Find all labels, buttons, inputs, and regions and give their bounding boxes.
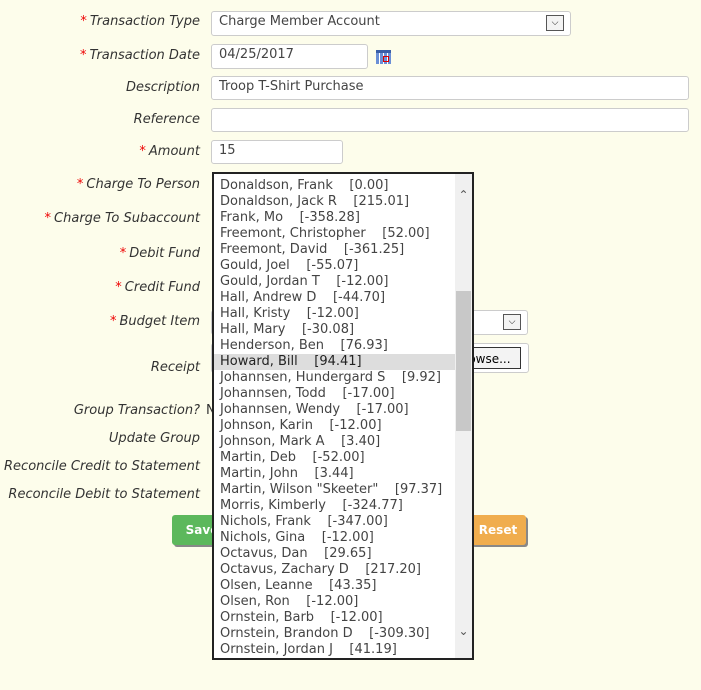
dropdown-option[interactable]: Henderson, Ben [76.93] bbox=[214, 338, 456, 354]
charge-to-person-dropdown-list[interactable]: Donaldson, Frank [0.00] Donaldson, Jack R… bbox=[212, 172, 474, 660]
dropdown-option[interactable]: Freemont, David [-361.25] bbox=[214, 242, 456, 258]
dropdown-option[interactable]: Johnson, Karin [-12.00] bbox=[214, 418, 456, 434]
dropdown-option[interactable]: Nichols, Gina [-12.00] bbox=[214, 530, 456, 546]
reference-input[interactable] bbox=[211, 108, 689, 132]
label-update-group: Update Group bbox=[108, 431, 200, 446]
scrollbar-thumb[interactable] bbox=[456, 291, 471, 431]
scrollbar[interactable]: ⌃ ⌄ bbox=[455, 174, 472, 658]
reset-button[interactable]: Reset bbox=[470, 515, 526, 545]
label-reconcile-credit: Reconcile Credit to Statement bbox=[4, 459, 200, 474]
label-reference: Reference bbox=[133, 112, 200, 127]
dropdown-option[interactable]: Martin, John [3.44] bbox=[214, 466, 456, 482]
transaction-type-select[interactable]: Charge Member Account ⌵ bbox=[211, 11, 571, 36]
dropdown-option[interactable]: Johannsen, Hundergard S [9.92] bbox=[214, 370, 456, 386]
dropdown-option[interactable]: Hall, Kristy [-12.00] bbox=[214, 306, 456, 322]
chevron-down-icon: ⌵ bbox=[546, 15, 564, 31]
dropdown-option[interactable]: Gould, Jordan T [-12.00] bbox=[214, 274, 456, 290]
description-input[interactable]: Troop T-Shirt Purchase bbox=[211, 76, 689, 100]
label-transaction-type: * Transaction Type bbox=[80, 14, 200, 29]
dropdown-option[interactable]: Olsen, Leanne [43.35] bbox=[214, 578, 456, 594]
amount-input[interactable]: 15 bbox=[211, 140, 343, 164]
label-budget-item: * Budget Item bbox=[110, 314, 200, 329]
label-group-transaction: Group Transaction? bbox=[73, 403, 200, 418]
label-charge-to-person: * Charge To Person bbox=[76, 177, 200, 192]
label-credit-fund: * Credit Fund bbox=[115, 280, 200, 295]
label-reconcile-debit: Reconcile Debit to Statement bbox=[8, 487, 200, 502]
dropdown-option[interactable]: Hall, Andrew D [-44.70] bbox=[214, 290, 456, 306]
transaction-date-input[interactable]: 04/25/2017 bbox=[211, 44, 368, 69]
label-amount: * Amount bbox=[139, 144, 200, 159]
dropdown-option[interactable]: Octavus, Zachary D [217.20] bbox=[214, 562, 456, 578]
dropdown-option[interactable]: Ornstein, Barb [-12.00] bbox=[214, 610, 456, 626]
dropdown-option[interactable]: Johannsen, Wendy [-17.00] bbox=[214, 402, 456, 418]
dropdown-option[interactable]: Donaldson, Jack R [215.01] bbox=[214, 194, 456, 210]
dropdown-option[interactable]: Johannsen, Todd [-17.00] bbox=[214, 386, 456, 402]
dropdown-option[interactable]: Ornstein, Brandon D [-309.30] bbox=[214, 626, 456, 642]
dropdown-option[interactable]: Ornstein, Jordan J [41.19] bbox=[214, 642, 456, 658]
dropdown-option[interactable]: Howard, Bill [94.41] bbox=[214, 354, 456, 370]
scroll-up-icon[interactable]: ⌃ bbox=[455, 188, 472, 202]
label-debit-fund: * Debit Fund bbox=[119, 246, 200, 261]
dropdown-option[interactable]: Hall, Mary [-30.08] bbox=[214, 322, 456, 338]
dropdown-option[interactable]: Donaldson, Frank [0.00] bbox=[214, 178, 456, 194]
dropdown-option[interactable]: Johnson, Mark A [3.40] bbox=[214, 434, 456, 450]
dropdown-option[interactable]: Martin, Wilson "Skeeter" [97.37] bbox=[214, 482, 456, 498]
dropdown-option[interactable]: Olsen, Ron [-12.00] bbox=[214, 594, 456, 610]
dropdown-option[interactable]: Gould, Joel [-55.07] bbox=[214, 258, 456, 274]
calendar-icon[interactable] bbox=[376, 50, 391, 64]
dropdown-option[interactable]: Frank, Mo [-358.28] bbox=[214, 210, 456, 226]
label-charge-to-subaccount: * Charge To Subaccount bbox=[44, 211, 200, 226]
label-description: Description bbox=[125, 80, 200, 95]
dropdown-option[interactable]: Martin, Deb [-52.00] bbox=[214, 450, 456, 466]
scroll-down-icon[interactable]: ⌄ bbox=[455, 624, 472, 638]
label-transaction-date: * Transaction Date bbox=[80, 48, 200, 63]
dropdown-option[interactable]: Freemont, Christopher [52.00] bbox=[214, 226, 456, 242]
label-receipt: Receipt bbox=[150, 360, 200, 375]
dropdown-option[interactable]: Nichols, Frank [-347.00] bbox=[214, 514, 456, 530]
chevron-down-icon: ⌵ bbox=[503, 314, 521, 330]
dropdown-option[interactable]: Morris, Kimberly [-324.77] bbox=[214, 498, 456, 514]
dropdown-option[interactable]: Octavus, Dan [29.65] bbox=[214, 546, 456, 562]
